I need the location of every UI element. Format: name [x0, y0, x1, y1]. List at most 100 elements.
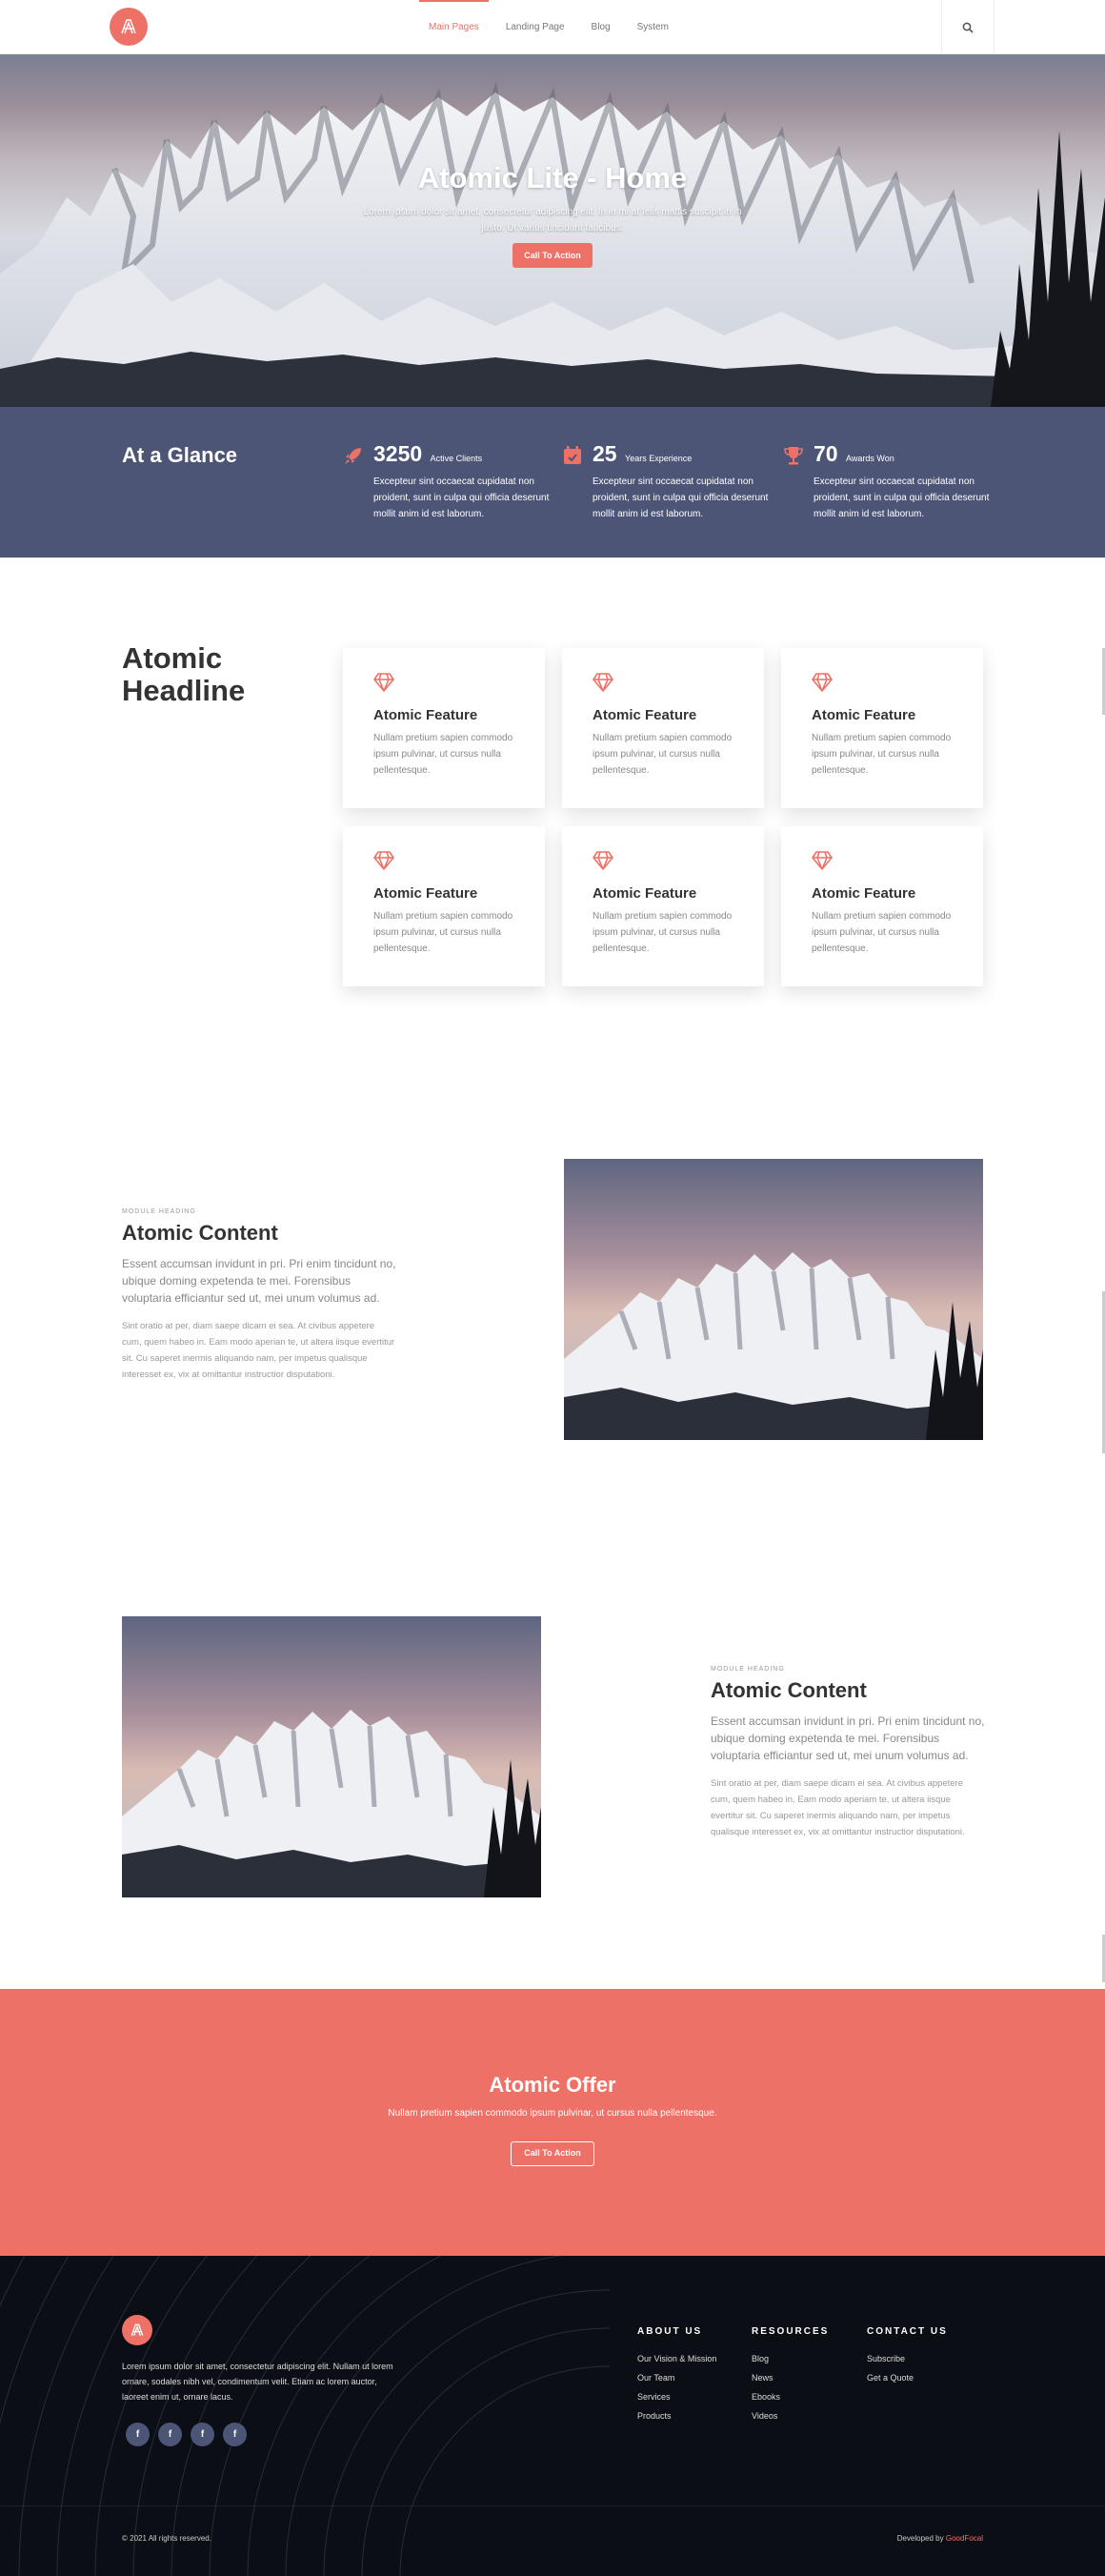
trophy-icon	[784, 447, 803, 465]
footer-col-title: RESOURCES	[752, 2326, 830, 2337]
calendar-icon	[564, 446, 581, 464]
stat-number: 70	[814, 441, 838, 466]
content-title: Atomic Content	[711, 1678, 867, 1702]
site-footer: Lorem ipsum dolor sit amet, consectetur …	[0, 2256, 1105, 2576]
feature-card: Atomic Feature Nullam pretium sapien com…	[343, 826, 545, 986]
search-button[interactable]	[941, 0, 994, 54]
logo-mark-icon	[131, 2323, 144, 2336]
footer-col-resources: RESOURCES Blog News Ebooks Videos	[752, 2326, 829, 2430]
feature-text: Nullam pretium sapien commodo ipsum pulv…	[812, 733, 952, 776]
feature-text: Nullam pretium sapien commodo ipsum pulv…	[812, 911, 952, 954]
feature-text: Nullam pretium sapien commodo ipsum pulv…	[373, 733, 513, 776]
diamond-icon	[812, 673, 833, 692]
footer-about-text: Lorem ipsum dolor sit amet, consectetur …	[122, 2362, 393, 2402]
content-body: Sint oratio at per, diam saepe dicam ei …	[711, 1778, 965, 1837]
offer-section: Atomic Offer Nullam pretium sapien commo…	[0, 1989, 1105, 2256]
content-body: Sint oratio at per, diam saepe dicam ei …	[122, 1321, 395, 1380]
feature-text: Nullam pretium sapien commodo ipsum pulv…	[373, 911, 513, 954]
nav-landing-page[interactable]: Landing Page	[506, 0, 565, 54]
stat-number: 3250	[373, 441, 423, 466]
feature-title: Atomic Feature	[812, 885, 916, 902]
developer-credit: Developed by GoodFocal	[897, 2534, 983, 2543]
offer-title: Atomic Offer	[489, 2073, 616, 2097]
feature-title: Atomic Feature	[812, 707, 916, 723]
stat-number: 25	[593, 441, 617, 466]
footer-link[interactable]: News	[752, 2373, 829, 2383]
footer-link[interactable]: Get a Quote	[867, 2373, 948, 2383]
stat-label: Active Clients	[430, 454, 483, 463]
footer-link[interactable]: Subscribe	[867, 2354, 948, 2363]
footer-link[interactable]: Products	[637, 2411, 716, 2421]
footer-col-contact: CONTACT US Subscribe Get a Quote	[867, 2326, 948, 2392]
content-lead: Essent accumsan invidunt in pri. Pri eni…	[122, 1257, 396, 1305]
content-block-2: MODULE HEADING Atomic Content Essent acc…	[711, 1666, 985, 1840]
hero-title: Atomic Lite - Home	[417, 161, 688, 194]
diamond-icon	[593, 673, 613, 692]
nav-system[interactable]: System	[637, 0, 669, 54]
logo-mark-icon	[121, 19, 136, 34]
glance-title: At a Glance	[122, 443, 238, 467]
footer-link[interactable]: Our Vision & Mission	[637, 2354, 716, 2363]
copyright-text: © 2021 All rights reserved.	[122, 2534, 211, 2543]
main-nav: Main Pages Landing Page Blog System	[419, 0, 669, 54]
feature-card: Atomic Feature Nullam pretium sapien com…	[781, 826, 983, 986]
star-trails-background	[0, 2256, 611, 2576]
stat-description: Excepteur sint occaecat cupidatat non pr…	[814, 477, 990, 519]
rocket-icon	[345, 448, 361, 464]
footer-col-about: ABOUT US Our Vision & Mission Our Team S…	[637, 2326, 716, 2430]
module-heading: MODULE HEADING	[122, 1208, 196, 1215]
footer-link[interactable]: Blog	[752, 2354, 829, 2363]
mountain-photo	[564, 1159, 983, 1440]
footer-link[interactable]: Services	[637, 2392, 716, 2402]
footer-logo[interactable]	[122, 2315, 152, 2345]
hero-subtitle: Lorem ipsum dolor sit amet, consectetur …	[363, 207, 742, 233]
site-header: Main Pages Landing Page Blog System	[0, 0, 1105, 54]
stat-label: Awards Won	[846, 454, 894, 463]
feature-card: Atomic Feature Nullam pretium sapien com…	[781, 648, 983, 808]
mountain-photo	[122, 1616, 541, 1897]
footer-col-title: CONTACT US	[867, 2326, 948, 2337]
facebook-icon[interactable]: f	[191, 2423, 214, 2446]
module-heading: MODULE HEADING	[711, 1666, 785, 1673]
diamond-icon	[373, 673, 394, 692]
footer-link[interactable]: Videos	[752, 2411, 829, 2421]
nav-blog[interactable]: Blog	[592, 0, 611, 54]
facebook-icon[interactable]: f	[158, 2423, 182, 2446]
feature-title: Atomic Feature	[373, 885, 478, 902]
social-links: f f f f	[126, 2423, 247, 2446]
nav-main-pages[interactable]: Main Pages	[419, 0, 489, 54]
atomic-logo[interactable]	[110, 8, 148, 46]
hero-cta-button[interactable]: Call To Action	[512, 243, 593, 268]
facebook-icon[interactable]: f	[126, 2423, 150, 2446]
glance-section: At a Glance 3250 Active Clients Excepteu…	[0, 407, 1105, 558]
developer-link[interactable]: GoodFocal	[946, 2534, 983, 2543]
footer-link[interactable]: Our Team	[637, 2373, 716, 2383]
feature-card: Atomic Feature Nullam pretium sapien com…	[343, 648, 545, 808]
feature-card: Atomic Feature Nullam pretium sapien com…	[562, 826, 764, 986]
content-image-1	[564, 1159, 983, 1440]
stat-description: Excepteur sint occaecat cupidatat non pr…	[593, 477, 769, 519]
offer-cta-button[interactable]: Call To Action	[511, 2141, 594, 2166]
diamond-icon	[373, 851, 394, 870]
feature-text: Nullam pretium sapien commodo ipsum pulv…	[593, 733, 733, 776]
content-block-1: MODULE HEADING Atomic Content Essent acc…	[122, 1208, 396, 1383]
feature-title: Atomic Feature	[373, 707, 478, 723]
search-icon	[962, 22, 974, 33]
hero-section: Atomic Lite - Home Lorem ipsum dolor sit…	[0, 54, 1105, 407]
facebook-icon[interactable]: f	[223, 2423, 247, 2446]
stat-label: Years Experience	[625, 454, 693, 463]
footer-link[interactable]: Ebooks	[752, 2392, 829, 2402]
developed-by-label: Developed by	[896, 2534, 944, 2543]
content-lead: Essent accumsan invidunt in pri. Pri eni…	[711, 1714, 985, 1762]
diamond-icon	[593, 851, 613, 870]
feature-title: Atomic Feature	[593, 885, 697, 902]
content-image-2	[122, 1616, 541, 1897]
content-title: Atomic Content	[122, 1221, 278, 1245]
footer-divider	[0, 2505, 1105, 2506]
stat-description: Excepteur sint occaecat cupidatat non pr…	[373, 477, 550, 519]
footer-col-title: ABOUT US	[637, 2326, 703, 2337]
features-headline: Atomic Headline	[122, 641, 246, 707]
feature-title: Atomic Feature	[593, 707, 697, 723]
offer-text: Nullam pretium sapien commodo ipsum pulv…	[388, 2108, 717, 2119]
feature-text: Nullam pretium sapien commodo ipsum pulv…	[593, 911, 733, 954]
